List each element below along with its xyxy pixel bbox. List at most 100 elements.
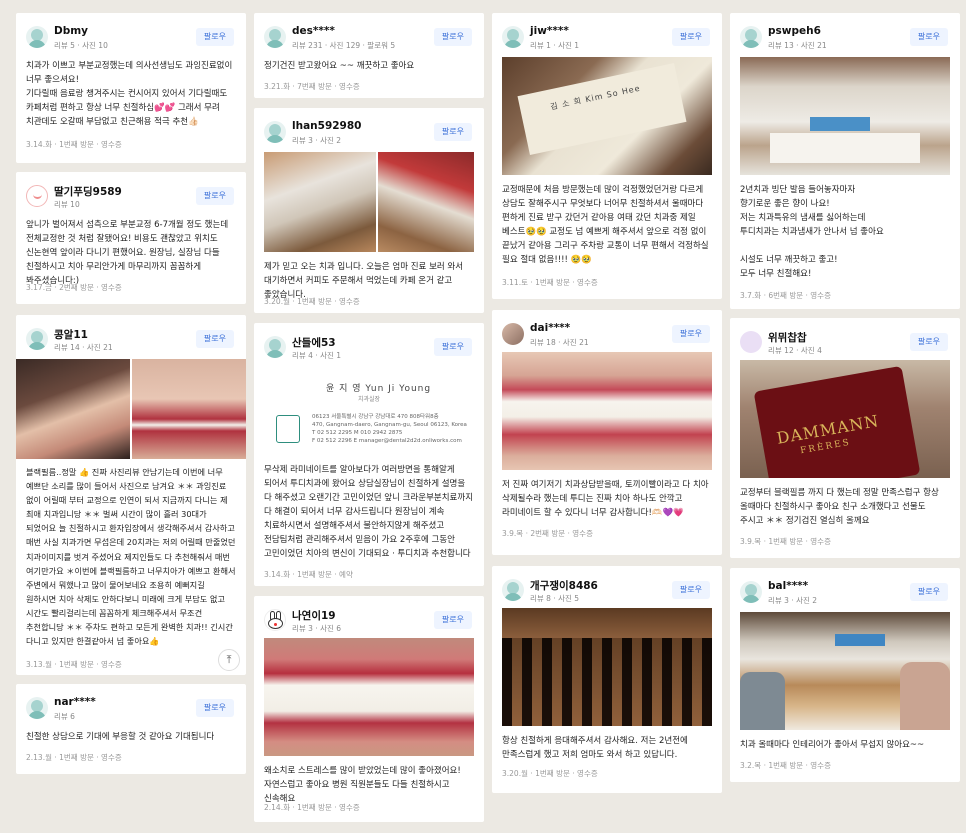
review-card: 위뮈찹찹 리뷰 12 · 사진 4 팔로우 DAMMANN FRÈRES 교정부… [730,318,960,558]
reviewer-stats: 리뷰 3 · 사진 2 [292,136,342,145]
bizcard-name: 김 소 희 Kim So Hee [549,83,642,112]
review-text: 친절한 상담으로 기대에 부응할 것 같아요 기대됩니다 [26,732,215,742]
reviewer-name[interactable]: Dbmy [54,25,88,37]
review-text: 정기건진 받고왔어요 ~~ 깨끗하고 좋아요 [264,61,415,71]
review-card: dai**** 리뷰 18 · 사진 21 팔로우 저 진짜 여기저기 치과상담… [492,310,722,555]
follow-button[interactable]: 팔로우 [195,330,234,348]
reviewer-name[interactable]: 위뮈찹찹 [768,330,807,345]
reviewer-name[interactable]: 딸기푸딩9589 [54,184,122,199]
review-meta: 3.20.월 · 1번째 방문 · 영수증 [264,297,360,306]
review-meta: 3.9.목 · 1번째 방문 · 영수증 [740,537,831,546]
review-text: 치과 올때마다 인테리어가 좋아서 무섭지 않아요~~ [740,740,925,750]
reviewer-stats: 리뷰 18 · 사진 21 [530,338,589,347]
reviewer-name[interactable]: 나연이19 [292,608,336,623]
reviewer-stats: 리뷰 12 · 사진 4 [768,346,822,355]
avatar [264,121,286,143]
review-card: pswpeh6 리뷰 13 · 사진 21 팔로우 2년치과 빙단 발음 들어놓… [730,13,960,309]
review-meta: 3.17.금 · 2번째 방문 · 영수증 [26,283,122,292]
review-card: Dbmy 리뷰 5 · 사진 10 팔로우 치과가 이쁘고 부분교정했는데 의사… [16,13,246,163]
follow-button[interactable]: 팔로우 [433,28,472,46]
follow-button[interactable]: 팔로우 [909,333,948,351]
avatar [502,323,524,345]
reviewer-name[interactable]: 개구쟁이8486 [530,578,598,593]
review-meta: 3.7.화 · 6번째 방문 · 영수증 [740,291,831,300]
review-card: 나연이19 리뷰 3 · 사진 6 팔로우 왜소치로 스트레스를 많이 받았었는… [254,596,484,822]
review-meta: 3.2.목 · 1번째 방문 · 영수증 [740,761,831,770]
reviewer-name[interactable]: jiw**** [530,25,569,37]
bizcard-role: 치과실장 [358,396,381,403]
reviewer-name[interactable]: 콩알11 [54,327,88,342]
follow-button[interactable]: 팔로우 [671,325,710,343]
follow-button[interactable]: 팔로우 [671,581,710,599]
avatar [26,697,48,719]
avatar [26,328,48,350]
follow-button[interactable]: 팔로우 [195,28,234,46]
review-text: 교정때문에 처음 방문했는데 많이 걱정했었던거랑 다르게 상담도 잘해주시구 … [502,185,709,265]
reviewer-name[interactable]: lhan592980 [292,120,361,132]
reviewer-name[interactable]: dai**** [530,322,570,334]
review-photo[interactable]: DAMMANN FRÈRES [740,360,950,478]
clinic-logo-icon [276,415,300,443]
follow-button[interactable]: 팔로우 [433,338,472,356]
reviewer-stats: 리뷰 3 · 사진 2 [768,596,818,605]
avatar [740,26,762,48]
reviewer-name[interactable]: des**** [292,25,335,37]
reviewer-name[interactable]: nar**** [54,696,96,708]
review-meta: 3.21.화 · 7번째 방문 · 영수증 [264,82,360,91]
review-card: 딸기푸딩9589 리뷰 10 팔로우 앞니가 벌어져서 섬측으로 부분교정 6-… [16,172,246,304]
arrow-up-icon[interactable]: ⤒ [218,649,240,671]
review-photo[interactable] [502,352,712,470]
reviewer-stats: 리뷰 4 · 사진 1 [292,351,342,360]
review-meta: 3.20.월 · 1번째 방문 · 영수증 [502,769,598,778]
reviewer-name[interactable]: pswpeh6 [768,25,821,37]
review-text: 무삭제 라미네이트를 알아보다가 여러방면을 통해알게 되어서 투디치과에 왔어… [264,465,474,559]
avatar [26,26,48,48]
follow-button[interactable]: 팔로우 [195,699,234,717]
follow-button[interactable]: 팔로우 [909,583,948,601]
avatar [502,26,524,48]
review-text: 저 진짜 여기저기 치과상담받을때, 토끼이빨이라고 다 치아 삭제될수라 했는… [502,480,709,518]
review-text: 앞니가 벌어져서 섬측으로 부분교정 6-7개월 정도 했는데 전체교정한 것 … [26,220,229,286]
review-meta: 2.13.월 · 1번째 방문 · 영수증 [26,753,122,762]
bizcard-address: 06123 서울특별시 강남구 강남대로 470 808타워8층 470, Ga… [312,414,467,444]
review-meta: 3.14.화 · 1번째 방문 · 영수증 [26,140,122,149]
review-text: 치과가 이쁘고 부분교정했는데 의사선생님도 과잉진료없이 너무 좋으셔요! 기… [26,61,233,127]
review-card: jiw**** 리뷰 1 · 사진 1 팔로우 김 소 희 Kim So Hee… [492,13,722,299]
follow-button[interactable]: 팔로우 [909,28,948,46]
avatar [264,336,286,358]
review-photo[interactable] [502,608,712,726]
review-text: 블랙필름..정말 👍 진짜 사진리뷰 안남기는데 이번에 너무 예쁘단 소리를 … [26,467,236,647]
reviewer-stats: 리뷰 13 · 사진 21 [768,41,827,50]
reviewer-stats: 리뷰 10 [54,200,80,209]
reviewer-stats: 리뷰 1 · 사진 1 [530,41,580,50]
follow-button[interactable]: 팔로우 [671,28,710,46]
review-card: nar**** 리뷰 6 팔로우 친절한 상담으로 기대에 부응할 것 같아요 … [16,684,246,774]
reviewer-name[interactable]: bal**** [768,580,808,592]
avatar [740,581,762,603]
avatar [264,609,286,631]
review-card: 산들에53 리뷰 4 · 사진 1 팔로우 윤 지 영 Yun Ji Young… [254,323,484,586]
review-photo[interactable] [16,359,246,459]
review-card: 콩알11 리뷰 14 · 사진 21 팔로우 블랙필름..정말 👍 진짜 사진리… [16,315,246,675]
review-card: des**** 리뷰 231 · 사진 129 · 팔로워 5 팔로우 정기건진… [254,13,484,98]
review-photo[interactable] [740,57,950,175]
reviewer-name[interactable]: 산들에53 [292,335,336,350]
reviewer-stats: 리뷰 3 · 사진 6 [292,624,342,633]
follow-button[interactable]: 팔로우 [195,187,234,205]
review-card: 개구쟁이8486 리뷰 8 · 사진 5 팔로우 항상 친절하게 응대해주셔서 … [492,566,722,793]
reviewer-stats: 리뷰 8 · 사진 5 [530,594,580,603]
review-photo[interactable] [254,152,484,252]
bizcard-name: 윤 지 영 Yun Ji Young [326,384,432,394]
avatar [740,331,762,353]
review-photo[interactable]: 윤 지 영 Yun Ji Young 치과실장 06123 서울특별시 강남구 … [254,373,484,461]
review-photo[interactable]: 김 소 희 Kim So Hee [502,57,712,175]
avatar [502,579,524,601]
review-meta: 3.14.화 · 1번째 방문 · 예약 [264,570,353,579]
avatar [26,185,48,207]
reviewer-stats: 리뷰 231 · 사진 129 · 팔로워 5 [292,41,396,50]
review-photo[interactable] [264,638,474,756]
follow-button[interactable]: 팔로우 [433,123,472,141]
follow-button[interactable]: 팔로우 [433,611,472,629]
review-text: 2년치과 빙단 발음 들어놓자마자 향기로운 좋은 향이 나요! 저는 치과특유… [740,185,884,279]
review-photo[interactable] [740,612,950,730]
